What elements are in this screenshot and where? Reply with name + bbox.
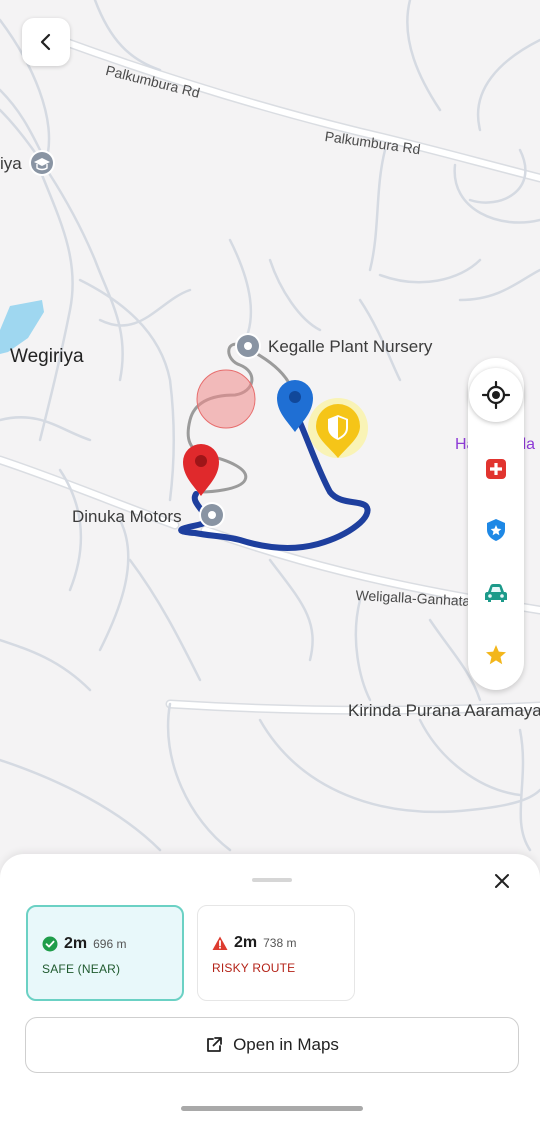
safe-route-card[interactable]: 2m 696 m SAFE (NEAR) — [26, 905, 184, 1001]
hospital-icon[interactable] — [483, 456, 509, 482]
sheet-drag-handle[interactable] — [252, 878, 292, 882]
star-icon[interactable] — [483, 642, 509, 668]
school-icon — [29, 150, 55, 176]
risky-route-card[interactable]: 2m 738 m RISKY ROUTE — [197, 905, 355, 1001]
warning-icon — [212, 936, 228, 950]
place-marker-icon — [235, 333, 261, 359]
check-circle-icon — [42, 936, 58, 952]
car-icon[interactable] — [483, 580, 509, 606]
close-icon — [495, 874, 509, 888]
locate-icon — [482, 381, 510, 409]
route-distance: 738 m — [263, 936, 297, 950]
risk-zone-circle — [196, 369, 256, 429]
route-status: RISKY ROUTE — [212, 961, 296, 975]
place-marker-icon — [199, 502, 225, 528]
home-indicator[interactable] — [181, 1106, 363, 1111]
route-time: 2m — [64, 935, 88, 952]
locate-button[interactable] — [469, 368, 523, 422]
police-icon[interactable] — [483, 517, 509, 543]
place-label-dinuka-motors[interactable]: Dinuka Motors — [72, 507, 182, 527]
route-distance: 696 m — [93, 937, 127, 951]
close-button[interactable] — [490, 869, 514, 893]
open-in-maps-button[interactable]: Open in Maps — [25, 1017, 519, 1073]
place-label-wegiriya: Wegiriya — [10, 346, 84, 367]
place-label-kirinda[interactable]: Kirinda Purana Aaramaya — [348, 701, 540, 721]
open-in-maps-label: Open in Maps — [233, 1035, 339, 1054]
place-label-iya: iya — [0, 154, 22, 173]
back-button[interactable] — [22, 18, 70, 66]
route-status: SAFE (NEAR) — [42, 962, 121, 976]
external-link-icon — [207, 1037, 222, 1052]
chevron-left-icon — [40, 33, 51, 51]
route-time: 2m — [234, 934, 258, 951]
place-label-kegalle-nursery[interactable]: Kegalle Plant Nursery — [268, 337, 432, 357]
